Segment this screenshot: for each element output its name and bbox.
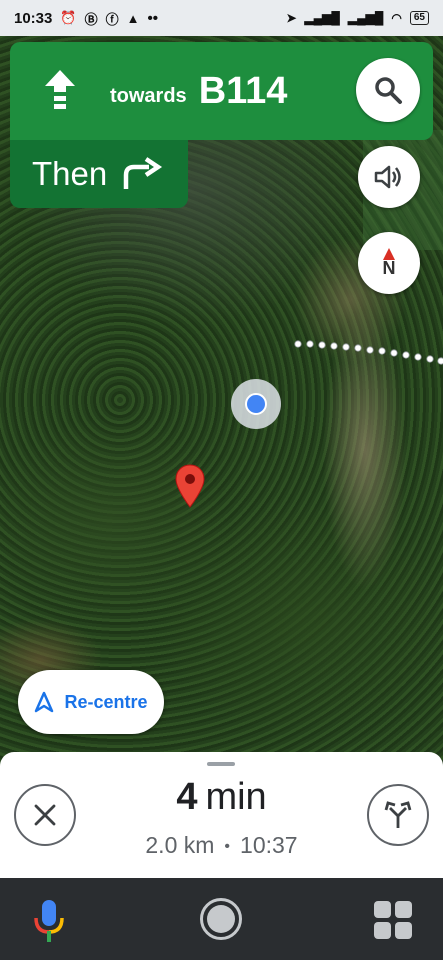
- turn-right-icon: [123, 157, 163, 189]
- duration-value: 4: [176, 776, 198, 818]
- search-button[interactable]: [356, 58, 420, 122]
- arrival-time: 10:37: [240, 832, 298, 858]
- compass-button[interactable]: N: [358, 232, 420, 294]
- compass-label: N: [382, 257, 396, 278]
- home-button[interactable]: [200, 898, 242, 940]
- separator: •: [224, 837, 231, 855]
- battery-icon: 65: [409, 11, 429, 25]
- trip-summary-sheet[interactable]: 4 min 2.0 km • 10:37: [0, 752, 443, 878]
- navigation-arrow-icon: ▲: [126, 10, 140, 26]
- duration-unit: min: [205, 776, 267, 818]
- search-icon: [375, 77, 402, 104]
- wifi-icon: ◠: [391, 11, 402, 25]
- apps-grid-tile: [374, 901, 391, 918]
- apps-grid-tile: [395, 901, 412, 918]
- alternate-routes-button[interactable]: [367, 784, 429, 846]
- road-name: B114: [198, 69, 288, 112]
- sound-button[interactable]: [358, 146, 420, 208]
- apps-grid-tile: [395, 922, 412, 939]
- microphone-icon[interactable]: [32, 898, 66, 944]
- apps-grid-tile: [374, 922, 391, 939]
- sheet-drag-handle[interactable]: [207, 762, 235, 766]
- apps-grid-icon[interactable]: [374, 901, 412, 939]
- re-centre-label: Re-centre: [64, 691, 148, 712]
- status-time: 10:33: [14, 9, 53, 27]
- current-location-marker: [231, 379, 281, 429]
- navigation-arrow-icon: [35, 691, 54, 713]
- speaker-icon: [374, 165, 401, 189]
- system-navigation-bar: [0, 878, 443, 960]
- destination-pin-icon[interactable]: [175, 464, 205, 508]
- b-badge-icon: Ⓑ: [84, 11, 98, 27]
- next-step-panel[interactable]: Then: [10, 140, 188, 208]
- navigation-header[interactable]: towards B114: [10, 42, 433, 140]
- facebook-icon: ⓕ: [105, 11, 119, 27]
- location-icon: ➤: [286, 11, 297, 25]
- fork-routes-icon: [384, 801, 412, 828]
- signal-2-icon: ▂▄▆█: [347, 11, 384, 25]
- straight-arrow-icon: [10, 42, 110, 140]
- alarm-icon: ⏰: [60, 10, 77, 25]
- then-label: Then: [32, 155, 108, 192]
- re-centre-button[interactable]: Re-centre: [18, 670, 164, 734]
- home-icon: [207, 905, 235, 933]
- towards-label: towards: [110, 84, 187, 107]
- trip-distance: 2.0 km: [145, 832, 215, 858]
- more-notifications: ••: [147, 9, 158, 27]
- status-bar: 10:33 ⏰ Ⓑ ⓕ ▲ •• ➤ ▂▄▆█ ▂▄▆█ ◠ 65: [0, 0, 443, 36]
- location-dot: [245, 393, 267, 415]
- signal-icon: ▂▄▆█: [304, 11, 340, 25]
